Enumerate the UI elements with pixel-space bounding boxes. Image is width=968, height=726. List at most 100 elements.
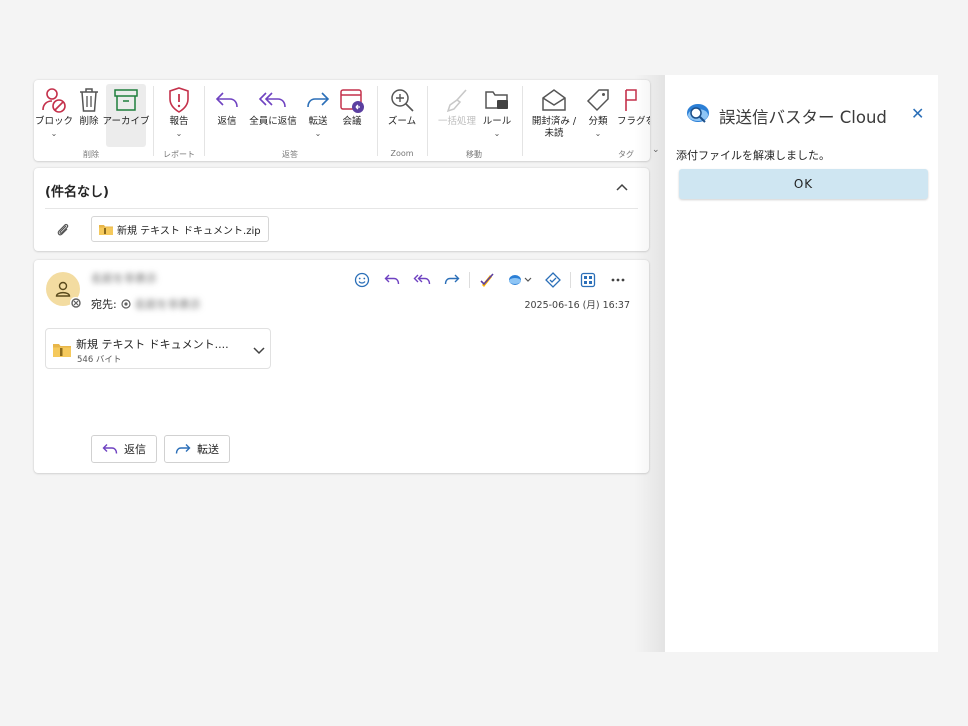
reply-action-button[interactable]: [377, 270, 407, 290]
to-row: 宛先: 名前を非表示: [91, 296, 201, 312]
more-actions-button[interactable]: [603, 270, 633, 290]
message-action-bar: [347, 270, 633, 290]
reply-button[interactable]: 返信: [212, 84, 242, 148]
chevron-down-icon: ⌄: [493, 129, 501, 138]
archive-icon: [113, 84, 139, 116]
person-icon: [55, 281, 71, 297]
read-unread-button[interactable]: 開封済み / 未読: [529, 84, 579, 150]
paperclip-icon: [56, 222, 70, 242]
forward-icon: [175, 444, 191, 454]
chevron-down-icon: ⌄: [175, 129, 183, 138]
recipient-name[interactable]: 名前を非表示: [135, 296, 201, 312]
reply-label: 返信: [217, 116, 237, 127]
reply-all-button[interactable]: 全員に返信: [246, 84, 300, 148]
presence-status-icon: [70, 297, 81, 308]
block-button[interactable]: ブロック ⌄: [35, 84, 74, 148]
forward-label: 転送: [308, 116, 328, 127]
reply-icon: [384, 274, 400, 285]
ribbon-separator: [427, 86, 428, 156]
ribbon-separator: [377, 86, 378, 156]
group-label-move: 移動: [466, 150, 482, 159]
sweep-button[interactable]: 一括処理: [434, 84, 480, 148]
read-unread-label: 開封済み / 未読: [531, 116, 577, 139]
shield-warning-icon: [167, 84, 191, 116]
divider: [570, 272, 571, 288]
tag-addin-button[interactable]: [538, 270, 568, 290]
attachment-size: 546 バイト: [77, 355, 122, 365]
rules-button[interactable]: ルール ⌄: [480, 84, 514, 148]
subject-card: (件名なし) 新規 テキスト ドキュメント.zip: [34, 168, 649, 251]
subject-title: (件名なし): [45, 185, 109, 200]
ribbon: ブロック ⌄ 削除 アーカイブ 削除 報告 ⌄ レポート 返信 全員に返信 転送…: [34, 80, 650, 161]
recipient-status-icon: [121, 299, 131, 309]
tag-icon: [585, 84, 611, 116]
attachment-menu-button[interactable]: [252, 340, 266, 359]
ribbon-separator: [522, 86, 523, 156]
block-label: ブロック: [35, 116, 74, 127]
trash-icon: [78, 84, 100, 116]
quick-reply-label: 返信: [124, 443, 146, 456]
attachment-name: 新規 テキスト ドキュメント....: [76, 338, 229, 351]
attachment-card[interactable]: 新規 テキスト ドキュメント.... 546 バイト: [45, 328, 271, 369]
ribbon-separator: [204, 86, 205, 156]
reply-icon: [102, 444, 118, 454]
chevron-up-icon: [616, 183, 628, 191]
reply-all-action-button[interactable]: [407, 270, 437, 290]
diamond-icon: [545, 272, 561, 288]
apps-button[interactable]: [573, 270, 603, 290]
attachment-chip[interactable]: 新規 テキスト ドキュメント.zip: [91, 216, 269, 242]
collapse-button[interactable]: [613, 178, 631, 196]
cloud-addin-icon: [509, 275, 532, 285]
forward-icon: [444, 274, 460, 285]
chevron-down-icon: ⌄: [314, 129, 322, 138]
ok-button[interactable]: OK: [679, 169, 928, 199]
delete-button[interactable]: 削除: [74, 84, 104, 148]
envelope-open-icon: [540, 84, 568, 116]
divider: [469, 272, 470, 288]
meeting-button[interactable]: 会議: [337, 84, 367, 148]
to-label: 宛先:: [91, 298, 117, 311]
addin-panel: 誤送信バスター Cloud ✕ 添付ファイルを解凍しました。 OK: [665, 75, 938, 652]
panel-message: 添付ファイルを解凍しました。: [676, 149, 830, 162]
editor-addin-button[interactable]: [472, 270, 502, 290]
zip-folder-icon: [53, 344, 71, 357]
delete-label: 削除: [79, 116, 99, 127]
panel-title: 誤送信バスター Cloud: [719, 108, 887, 127]
forward-button[interactable]: 転送 ⌄: [303, 84, 333, 148]
rules-label: ルール: [482, 116, 512, 127]
pen-check-icon: [480, 273, 494, 287]
message-card: 名前を非表示 宛先: 名前を非表示 2025-06-16 (月) 16:37 新…: [34, 260, 649, 473]
attachment-chip-label: 新規 テキスト ドキュメント.zip: [117, 225, 261, 237]
panel-shadow: [634, 75, 666, 652]
reply-all-icon: [413, 274, 431, 285]
zip-folder-icon: [99, 224, 113, 235]
quick-forward-button[interactable]: 転送: [164, 435, 230, 463]
sender-name[interactable]: 名前を非表示: [91, 270, 157, 286]
forward-action-button[interactable]: [437, 270, 467, 290]
group-label-tags: タグ: [618, 150, 634, 159]
divider: [45, 208, 638, 209]
apps-grid-icon: [580, 272, 596, 288]
addin-logo-icon: [685, 102, 711, 130]
reaction-button[interactable]: [347, 270, 377, 290]
archive-label: アーカイブ: [102, 116, 150, 127]
sweep-label: 一括処理: [437, 116, 476, 127]
addin-dropdown-button[interactable]: [502, 270, 538, 290]
calendar-reply-icon: [338, 84, 366, 116]
ribbon-separator: [153, 86, 154, 156]
quick-reply-button[interactable]: 返信: [91, 435, 157, 463]
archive-button[interactable]: アーカイブ: [103, 84, 149, 147]
report-button[interactable]: 報告 ⌄: [162, 84, 196, 148]
reply-all-icon: [258, 84, 288, 116]
quick-forward-label: 転送: [197, 443, 219, 456]
reply-all-label: 全員に返信: [249, 116, 297, 127]
timestamp: 2025-06-16 (月) 16:37: [524, 300, 630, 311]
categorize-button[interactable]: 分類 ⌄: [583, 84, 613, 148]
categorize-label: 分類: [588, 116, 608, 127]
close-icon[interactable]: ✕: [911, 104, 924, 123]
smiley-icon: [354, 272, 370, 288]
broom-icon: [444, 84, 470, 116]
chevron-down-icon: ⌄: [50, 129, 58, 138]
zoom-button[interactable]: ズーム: [385, 84, 419, 148]
chevron-down-icon: ⌄: [594, 129, 602, 138]
